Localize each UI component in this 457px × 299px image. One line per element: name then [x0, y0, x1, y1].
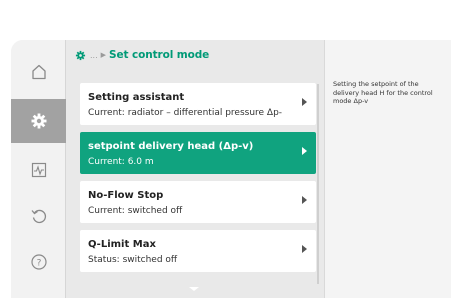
- sidebar-item-undo[interactable]: [11, 194, 66, 238]
- sidebar-item-diagnostics[interactable]: [11, 148, 66, 192]
- sidebar-item-home[interactable]: [11, 50, 66, 94]
- chevron-right-icon: [302, 147, 307, 155]
- scroll-down-icon[interactable]: [189, 287, 199, 291]
- breadcrumb: ... ▶ Set control mode: [66, 40, 324, 70]
- gear-icon: [75, 50, 86, 61]
- diagnostics-icon: [31, 162, 46, 178]
- info-text: Setting the setpoint of the delivery hea…: [333, 80, 433, 105]
- list-item-q-limit-max[interactable]: Q-Limit Max Status: switched off: [80, 230, 316, 272]
- list-item-subtitle: Status: switched off: [88, 255, 178, 265]
- list-item-setpoint-delivery-head[interactable]: setpoint delivery head (Δp-v) Current: 6…: [80, 132, 316, 174]
- scrollbar[interactable]: [317, 84, 319, 284]
- home-icon: [31, 64, 46, 80]
- sidebar: ?: [11, 40, 66, 298]
- chevron-right-icon: [302, 196, 307, 204]
- gear-icon: [31, 113, 46, 129]
- list-item-subtitle: Current: switched off: [88, 206, 183, 216]
- chevron-right-icon: [302, 98, 307, 106]
- undo-icon: [31, 209, 46, 224]
- sidebar-item-settings[interactable]: [11, 99, 66, 143]
- info-panel: Setting the setpoint of the delivery hea…: [324, 40, 451, 298]
- device-screen: ? ... ▶ Set control mode Setting assista…: [11, 40, 451, 298]
- list-item-setting-assistant[interactable]: Setting assistant Current: radiator – di…: [80, 83, 316, 125]
- list-item-subtitle: Current: radiator – differential pressur…: [88, 108, 283, 118]
- page-title: Set control mode: [109, 49, 210, 61]
- help-icon: ?: [30, 254, 47, 270]
- svg-text:?: ?: [36, 259, 41, 269]
- chevron-right-icon: [302, 245, 307, 253]
- breadcrumb-arrow-icon: ▶: [100, 51, 107, 59]
- list-item-title: Setting assistant: [88, 92, 185, 103]
- list-item-title: No-Flow Stop: [88, 190, 164, 201]
- list-item-title: Q-Limit Max: [88, 239, 156, 250]
- sidebar-item-help[interactable]: ?: [11, 240, 66, 284]
- main-content: ... ▶ Set control mode Setting assistant…: [66, 40, 324, 298]
- list-item-no-flow-stop[interactable]: No-Flow Stop Current: switched off: [80, 181, 316, 223]
- list-item-subtitle: Current: 6.0 m: [88, 157, 154, 167]
- list-item-title: setpoint delivery head (Δp-v): [88, 141, 254, 152]
- breadcrumb-ellipsis: ...: [90, 50, 98, 60]
